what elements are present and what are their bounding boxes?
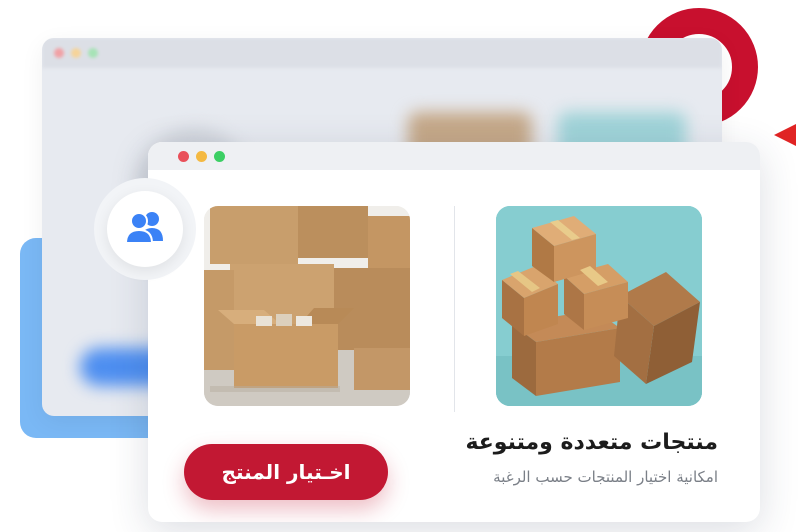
window-titlebar	[148, 142, 760, 170]
product-window: منتجات متعددة ومتنوعة امكانية اختيار الم…	[148, 142, 760, 522]
background-window-titlebar	[42, 38, 722, 68]
card-subtitle: امكانية اختيار المنتجات حسب الرغبة	[493, 468, 718, 486]
boxes-photo	[204, 206, 410, 406]
users-badge	[94, 178, 196, 280]
choose-product-button[interactable]: اخـتيار المنتج	[184, 444, 388, 500]
maximize-dot[interactable]	[214, 150, 225, 162]
users-badge-inner	[107, 191, 183, 267]
minimize-dot[interactable]	[196, 150, 207, 162]
users-icon	[123, 209, 167, 249]
cards-divider	[454, 206, 455, 412]
close-dot[interactable]	[178, 150, 189, 162]
decorative-triangle	[774, 124, 796, 146]
card-title: منتجات متعددة ومتنوعة	[465, 430, 718, 455]
stacked-boxes-photo	[496, 206, 702, 406]
